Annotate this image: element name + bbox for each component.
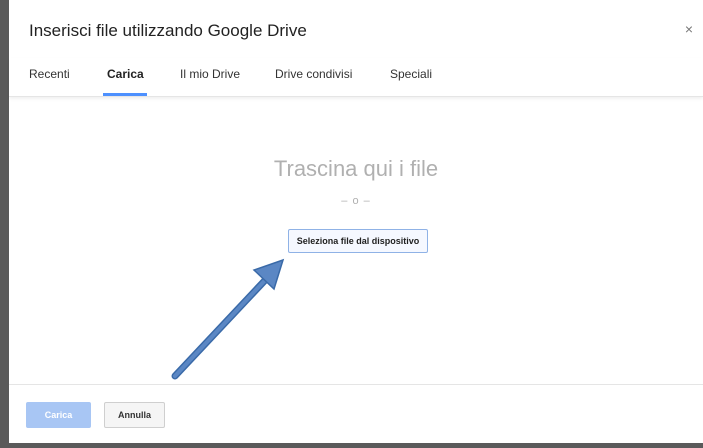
tab-speciali[interactable]: Speciali — [390, 67, 432, 81]
google-drive-picker-dialog: Inserisci file utilizzando Google Drive … — [9, 0, 703, 443]
tab-carica[interactable]: Carica — [107, 67, 144, 81]
tab-drive-condivisi[interactable]: Drive condivisi — [275, 67, 352, 81]
or-separator: – o – — [341, 195, 371, 207]
dialog-title: Inserisci file utilizzando Google Drive — [29, 21, 307, 40]
drop-zone-text: Trascina qui i file — [273, 156, 439, 181]
window-left-border — [0, 0, 9, 448]
upload-button[interactable]: Carica — [26, 402, 91, 428]
tab-il-mio-drive[interactable]: Il mio Drive — [180, 67, 240, 81]
tab-bar: Recenti Carica Il mio Drive Drive condiv… — [9, 58, 703, 97]
tab-recenti[interactable]: Recenti — [29, 67, 70, 81]
dialog-footer: Carica Annulla — [9, 384, 703, 444]
select-files-button[interactable]: Seleziona file dal dispositivo — [288, 229, 428, 253]
cancel-button[interactable]: Annulla — [104, 402, 165, 428]
close-icon[interactable]: × — [685, 22, 693, 36]
active-tab-indicator — [103, 93, 147, 96]
